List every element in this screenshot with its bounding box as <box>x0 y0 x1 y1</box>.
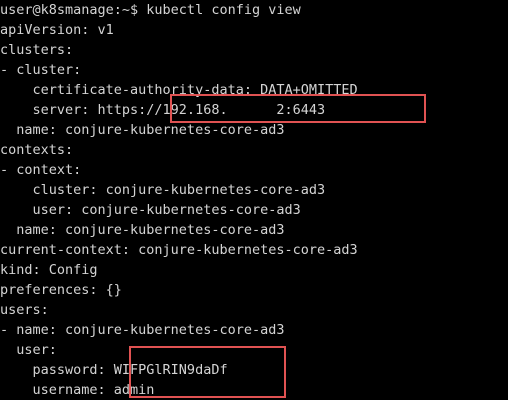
terminal-line-contexts: contexts: <box>0 142 74 158</box>
terminal-line-prompt: user@k8smanage:~$ kubectl config view <box>0 2 301 18</box>
terminal-line-api-version: apiVersion: v1 <box>0 22 114 38</box>
terminal-line-context-user: user: conjure-kubernetes-core-ad3 <box>0 202 301 218</box>
terminal-line-clusters: clusters: <box>0 42 74 58</box>
terminal-line-cluster: - cluster: <box>0 62 82 78</box>
terminal-line-users: users: <box>0 302 49 318</box>
terminal-window[interactable]: user@k8smanage:~$ kubectl config view ap… <box>0 0 508 400</box>
terminal-line-username: username: admin <box>0 382 155 398</box>
terminal-line-context-name: name: conjure-kubernetes-core-ad3 <box>0 222 285 238</box>
terminal-line-kind: kind: Config <box>0 262 98 278</box>
terminal-line-password: password: WIFPGlRIN9daDf <box>0 362 228 378</box>
terminal-line-cert-authority: certificate-authority-data: DATA+OMITTED <box>0 82 358 98</box>
terminal-line-user-name: - name: conjure-kubernetes-core-ad3 <box>0 322 285 338</box>
terminal-line-server: server: https://192.168. 2:6443 <box>0 102 326 118</box>
terminal-line-context: - context: <box>0 162 82 178</box>
terminal-line-cluster-name: name: conjure-kubernetes-core-ad3 <box>0 122 285 138</box>
terminal-line-preferences: preferences: {} <box>0 282 122 298</box>
terminal-line-context-cluster: cluster: conjure-kubernetes-core-ad3 <box>0 182 326 198</box>
terminal-line-user: user: <box>0 342 57 358</box>
terminal-line-current-context: current-context: conjure-kubernetes-core… <box>0 242 358 258</box>
